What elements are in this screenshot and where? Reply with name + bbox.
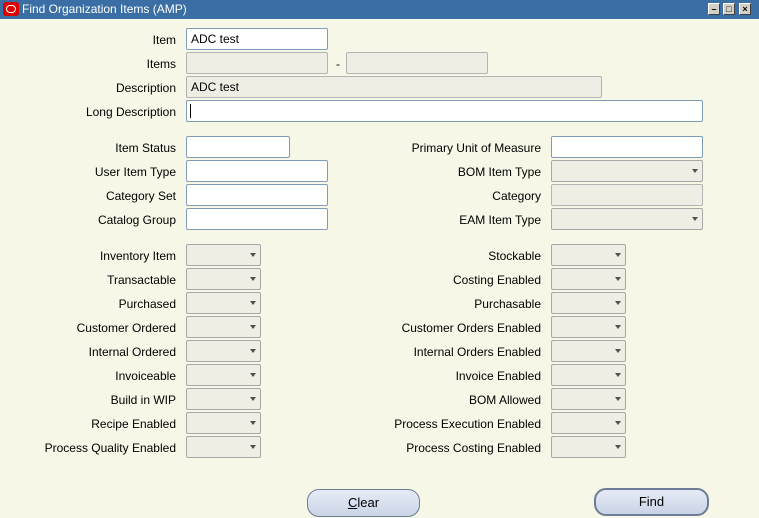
items-range-separator: - [336,57,340,71]
items-label: Items [146,57,176,71]
chevron-down-icon [615,349,621,353]
primary-uom-field[interactable] [551,136,703,158]
right-flag-select[interactable] [551,268,626,290]
catalog-group-label: Catalog Group [97,213,176,227]
chevron-down-icon [615,397,621,401]
right-flag-label: BOM Allowed [468,393,541,407]
chevron-down-icon [615,325,621,329]
primary-uom-label: Primary Unit of Measure [411,141,541,155]
eam-item-type-label: EAM Item Type [459,213,541,227]
left-flag-select[interactable] [186,364,261,386]
chevron-down-icon [250,349,256,353]
left-flag-label: Invoiceable [115,369,176,383]
close-icon[interactable]: × [739,3,751,15]
right-flag-select[interactable] [551,316,626,338]
right-flag-label: Internal Orders Enabled [413,345,541,359]
chevron-down-icon [250,277,256,281]
chevron-down-icon [615,373,621,377]
title-bar: Find Organization Items (AMP) – □ × [0,0,759,19]
item-status-label: Item Status [115,141,176,155]
item-field[interactable]: ADC test [186,28,328,50]
left-flag-select[interactable] [186,340,261,362]
left-flag-label: Inventory Item [99,249,176,263]
chevron-down-icon [615,301,621,305]
right-flag-select[interactable] [551,436,626,458]
user-item-type-label: User Item Type [94,165,176,179]
right-flag-select[interactable] [551,292,626,314]
chevron-down-icon [615,277,621,281]
items-to-field[interactable] [346,52,488,74]
user-item-type-field[interactable] [186,160,328,182]
clear-button[interactable]: Clear [307,489,420,517]
maximize-icon[interactable]: □ [723,3,735,15]
right-flag-label: Stockable [488,249,541,263]
left-flag-label: Process Quality Enabled [44,441,176,455]
long-description-label: Long Description [85,105,176,119]
left-flag-select[interactable] [186,316,261,338]
left-flag-select[interactable] [186,388,261,410]
clear-button-label: lear [357,495,380,510]
left-flag-label: Transactable [107,273,176,287]
right-flag-label: Invoice Enabled [455,369,541,383]
catalog-group-field[interactable] [186,208,328,230]
item-status-field[interactable] [186,136,290,158]
minimize-icon[interactable]: – [708,3,720,15]
chevron-down-icon [250,445,256,449]
right-flag-select[interactable] [551,244,626,266]
chevron-down-icon [615,253,621,257]
left-flag-select[interactable] [186,268,261,290]
left-flag-label: Recipe Enabled [91,417,176,431]
right-flag-label: Customer Orders Enabled [401,321,541,335]
chevron-down-icon [250,421,256,425]
chevron-down-icon [250,253,256,257]
items-from-field[interactable] [186,52,328,74]
oracle-logo-icon [3,2,19,16]
chevron-down-icon [615,445,621,449]
right-flag-label: Costing Enabled [452,273,541,287]
bom-item-type-select[interactable] [551,160,703,182]
right-flag-select[interactable] [551,412,626,434]
category-set-label: Category Set [105,189,176,203]
left-flag-label: Customer Ordered [76,321,176,335]
left-flag-label: Purchased [118,297,176,311]
right-flag-label: Process Execution Enabled [394,417,541,431]
chevron-down-icon [250,397,256,401]
bom-item-type-label: BOM Item Type [457,165,541,179]
left-flag-select[interactable] [186,436,261,458]
chevron-down-icon [250,373,256,377]
left-flag-select[interactable] [186,292,261,314]
chevron-down-icon [250,325,256,329]
window-title: Find Organization Items (AMP) [22,2,187,16]
chevron-down-icon [250,301,256,305]
left-flag-label: Build in WIP [110,393,176,407]
description-label: Description [115,81,176,95]
eam-item-type-select[interactable] [551,208,703,230]
right-flag-label: Process Costing Enabled [406,441,541,455]
item-label: Item [152,33,176,47]
chevron-down-icon [692,217,698,221]
right-flag-select[interactable] [551,364,626,386]
right-flag-select[interactable] [551,340,626,362]
category-field[interactable] [551,184,703,206]
find-organization-items-window: Find Organization Items (AMP) – □ × Item… [0,0,759,518]
chevron-down-icon [615,421,621,425]
chevron-down-icon [692,169,698,173]
long-description-field[interactable] [186,100,703,122]
right-flag-select[interactable] [551,388,626,410]
left-flag-select[interactable] [186,244,261,266]
right-flag-label: Purchasable [474,297,541,311]
clear-button-mnemonic: C [347,495,358,510]
find-button[interactable]: Find [594,488,709,516]
description-field[interactable]: ADC test [186,76,602,98]
left-flag-select[interactable] [186,412,261,434]
category-label: Category [492,189,541,203]
category-set-field[interactable] [186,184,328,206]
left-flag-label: Internal Ordered [88,345,176,359]
